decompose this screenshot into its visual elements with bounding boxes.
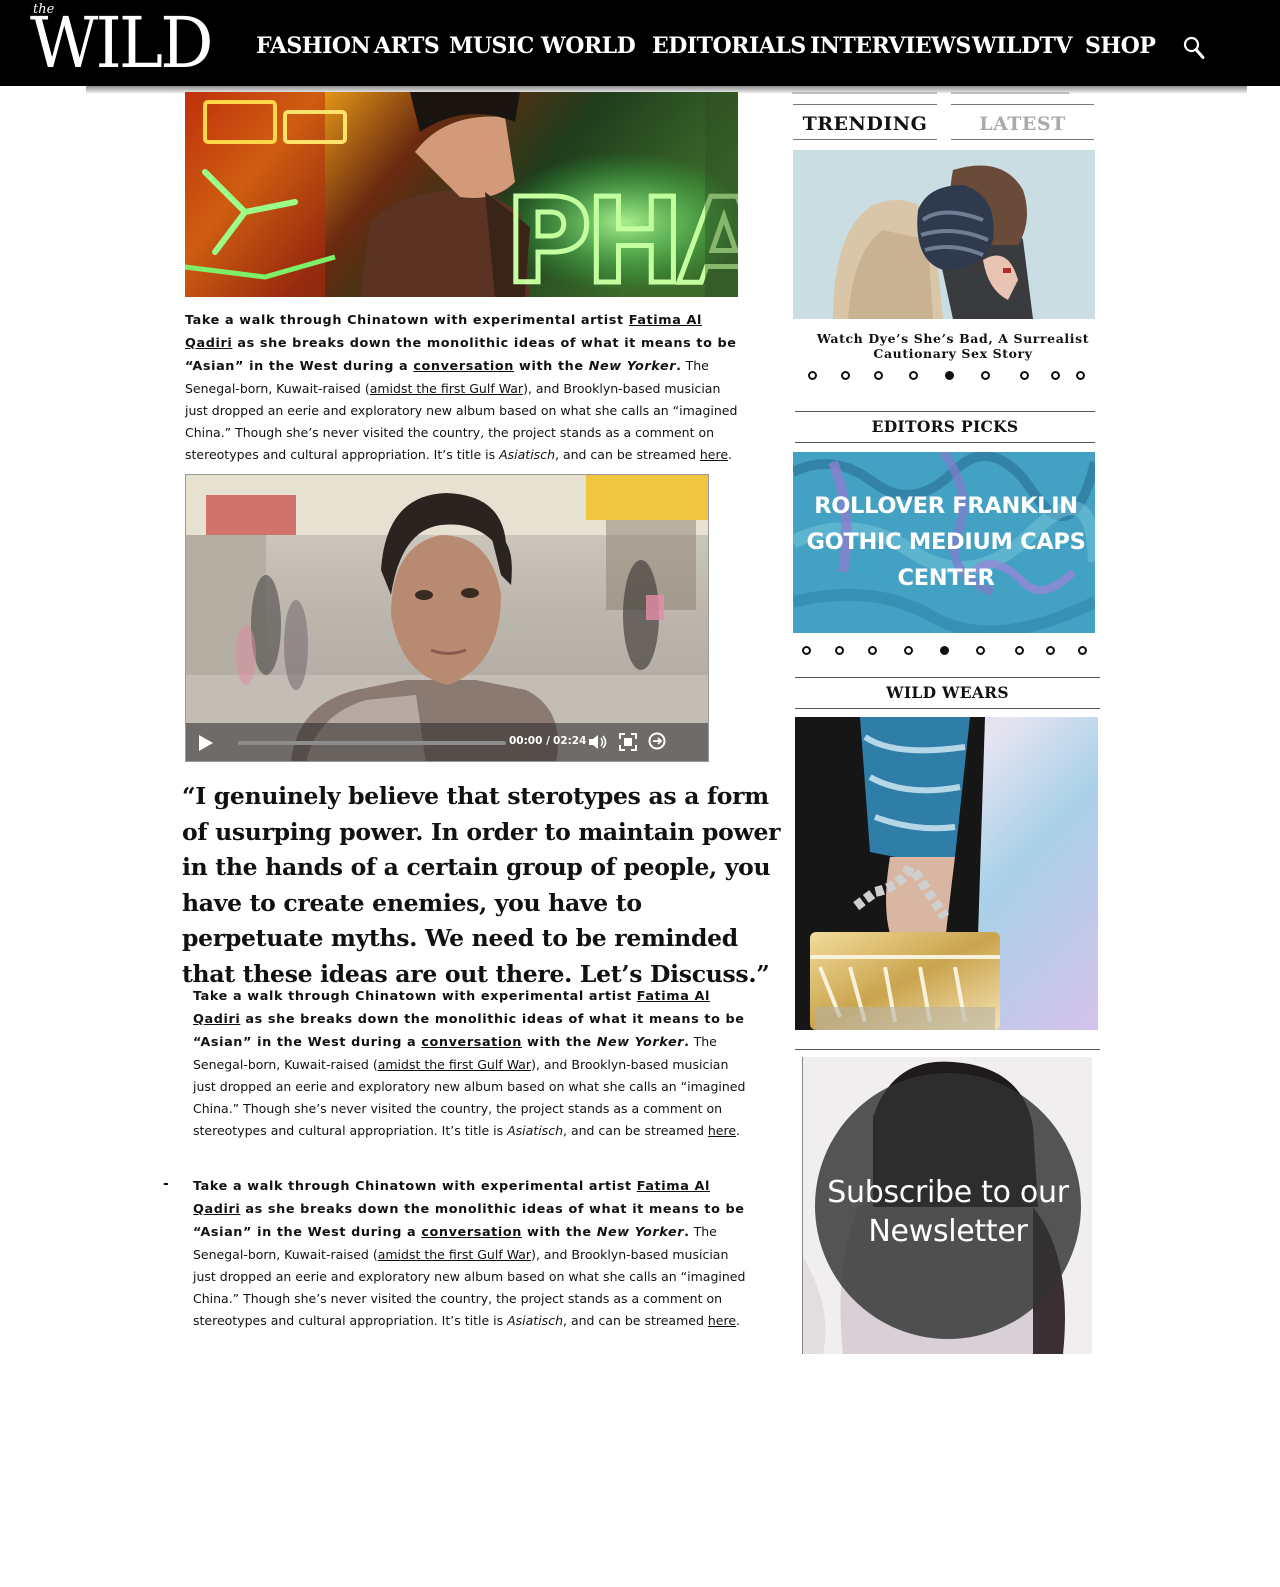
carousel-dot[interactable] bbox=[808, 371, 817, 380]
carousel-dot-active[interactable] bbox=[940, 646, 949, 655]
nav-arts[interactable]: ARTS bbox=[374, 33, 440, 63]
carousel-dot[interactable] bbox=[874, 371, 883, 380]
video-progress-track[interactable] bbox=[238, 741, 506, 745]
article-paragraph: Take a walk through Chinatown with exper… bbox=[193, 1179, 746, 1328]
editors-picks-heading: EDITORS PICKS bbox=[795, 411, 1095, 443]
wild-wears-image[interactable] bbox=[795, 717, 1098, 1030]
editors-promo-text[interactable]: ROLLOVER FRANKLIN GOTHIC MEDIUM CAPS CEN… bbox=[796, 488, 1096, 596]
carousel-dot[interactable] bbox=[981, 371, 990, 380]
nav-editorials[interactable]: EDITORIALS bbox=[652, 33, 806, 63]
video-frame bbox=[186, 475, 708, 761]
search-icon[interactable] bbox=[1183, 36, 1205, 60]
carousel-dot[interactable] bbox=[802, 646, 811, 655]
carousel-dot-active[interactable] bbox=[945, 371, 954, 380]
carousel-dot[interactable] bbox=[1046, 646, 1055, 655]
nav-music[interactable]: MUSIC bbox=[449, 33, 534, 63]
nav-shop[interactable]: SHOP bbox=[1085, 33, 1156, 63]
list-bullet: - bbox=[163, 1176, 169, 1192]
paragraph-lead: Take a walk through Chinatown with exper… bbox=[193, 989, 745, 1050]
nav-interviews[interactable]: INTERVIEWS bbox=[810, 33, 971, 63]
nav-wildtv[interactable]: WILDTV bbox=[972, 33, 1073, 63]
stream-link[interactable]: here bbox=[708, 1313, 736, 1328]
gulf-war-link[interactable]: amidst the first Gulf War bbox=[378, 1247, 531, 1262]
tab-trending[interactable]: TRENDING bbox=[793, 104, 937, 140]
carousel-dot[interactable] bbox=[1078, 646, 1087, 655]
tab-latest[interactable]: LATEST bbox=[951, 104, 1094, 140]
paragraph-lead: Take a walk through Chinatown with exper… bbox=[185, 313, 737, 374]
video-current-time: 00:00 / bbox=[509, 735, 550, 747]
nav-fashion[interactable]: FASHION bbox=[256, 33, 371, 63]
video-player[interactable]: 00:00 / 02:24 bbox=[185, 474, 709, 762]
fullscreen-icon[interactable] bbox=[619, 733, 637, 751]
volume-icon[interactable] bbox=[588, 733, 608, 751]
trending-carousel-dots bbox=[808, 371, 1088, 383]
tab-indicator bbox=[951, 92, 1069, 94]
carousel-dot[interactable] bbox=[904, 646, 913, 655]
nav-world[interactable]: WORLD bbox=[541, 33, 636, 63]
video-controls: 00:00 / 02:24 bbox=[186, 723, 708, 761]
conversation-link[interactable]: conversation bbox=[421, 1035, 522, 1050]
carousel-dot[interactable] bbox=[1076, 371, 1085, 380]
gulf-war-link[interactable]: amidst the first Gulf War bbox=[378, 1057, 531, 1072]
carousel-dot[interactable] bbox=[1020, 371, 1029, 380]
carousel-dot[interactable] bbox=[835, 646, 844, 655]
site-logo[interactable]: WILD bbox=[30, 8, 214, 78]
carousel-dot[interactable] bbox=[909, 371, 918, 380]
trending-image[interactable] bbox=[793, 150, 1095, 319]
newsletter-line-1: Subscribe to our bbox=[827, 1175, 1069, 1210]
article-paragraph: Take a walk through Chinatown with exper… bbox=[185, 313, 738, 462]
hero-image: PHARM bbox=[185, 92, 738, 297]
tab-indicator bbox=[792, 92, 937, 94]
carousel-dot[interactable] bbox=[868, 646, 877, 655]
editors-carousel-dots bbox=[802, 646, 1092, 658]
section-divider bbox=[795, 1049, 1100, 1050]
carousel-dot[interactable] bbox=[841, 371, 850, 380]
conversation-link[interactable]: conversation bbox=[413, 359, 514, 374]
trending-caption[interactable]: Watch Dye’s She’s Bad, A Surrealist Caut… bbox=[793, 331, 1113, 361]
conversation-link[interactable]: conversation bbox=[421, 1225, 522, 1240]
stream-link[interactable]: here bbox=[700, 447, 728, 462]
pull-quote: “I genuinely believe that sterotypes as … bbox=[182, 782, 781, 988]
stream-link[interactable]: here bbox=[708, 1123, 736, 1138]
play-icon[interactable] bbox=[198, 734, 214, 752]
paragraph-lead: Take a walk through Chinatown with exper… bbox=[193, 1179, 745, 1240]
video-duration: 02:24 bbox=[553, 735, 587, 747]
wild-wears-heading: WILD WEARS bbox=[795, 677, 1100, 709]
newsletter-line-2: Newsletter bbox=[868, 1214, 1028, 1249]
carousel-dot[interactable] bbox=[1051, 371, 1060, 380]
newsletter-subscribe-button[interactable]: Subscribe to our Newsletter bbox=[815, 1073, 1081, 1339]
share-icon[interactable] bbox=[648, 732, 666, 750]
carousel-dot[interactable] bbox=[1015, 646, 1024, 655]
neon-sign-text: PHARM bbox=[505, 172, 738, 297]
carousel-dot[interactable] bbox=[976, 646, 985, 655]
gulf-war-link[interactable]: amidst the first Gulf War bbox=[370, 381, 523, 396]
article-paragraph: Take a walk through Chinatown with exper… bbox=[193, 989, 746, 1138]
